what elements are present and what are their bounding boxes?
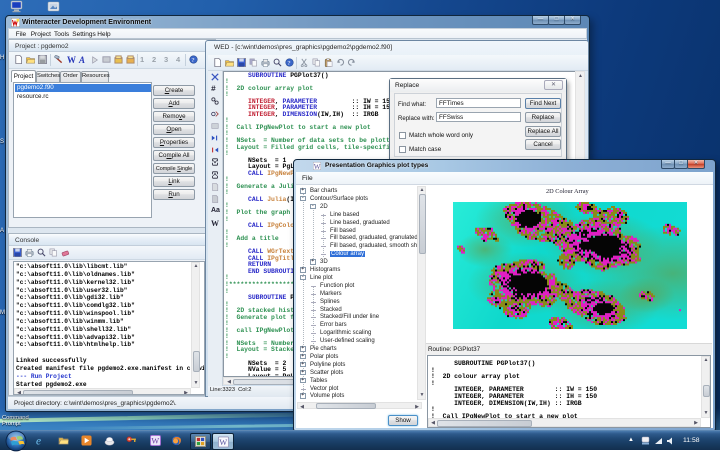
svg-text:?: ? — [192, 57, 195, 64]
svg-text:?: ? — [288, 60, 291, 67]
svg-text:W: W — [314, 162, 321, 169]
svg-text:W: W — [151, 437, 159, 446]
svg-text:W: W — [219, 438, 227, 447]
svg-text:e: e — [36, 436, 41, 446]
